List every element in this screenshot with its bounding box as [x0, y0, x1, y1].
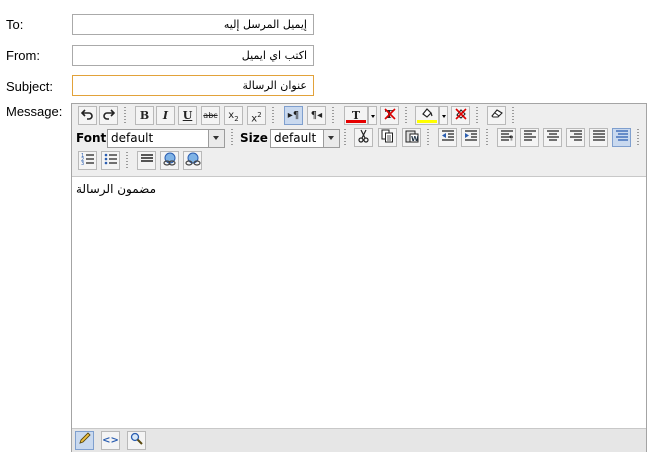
- highlight-color-icon[interactable]: [415, 106, 439, 125]
- toolbar-row-2: Font default Size default W ¶: [74, 128, 644, 150]
- font-color-dropdown[interactable]: [368, 106, 377, 125]
- font-color-swatch: [346, 120, 366, 123]
- superscript-button[interactable]: x2: [247, 106, 266, 125]
- toolbar-separator: [486, 129, 488, 147]
- to-field[interactable]: إيميل المرسل إليه: [72, 14, 314, 35]
- align-center-icon[interactable]: [543, 128, 562, 147]
- eraser-icon[interactable]: [487, 106, 506, 125]
- align-justify-rtl-icon[interactable]: [612, 128, 631, 147]
- indent-icon[interactable]: [461, 128, 480, 147]
- copy-icon[interactable]: [378, 128, 397, 147]
- toolbar-separator: [637, 129, 639, 147]
- size-select-value: default: [274, 131, 317, 145]
- rtl-direction-icon[interactable]: ¶◂: [307, 106, 326, 125]
- message-body-text: مضمون الرسالة: [76, 182, 157, 196]
- toolbar-separator: [332, 107, 334, 125]
- design-mode-pencil-icon[interactable]: [75, 431, 94, 450]
- size-label: Size: [240, 131, 268, 145]
- undo-icon[interactable]: [78, 106, 97, 125]
- from-label: From:: [6, 48, 40, 63]
- horizontal-rule-icon[interactable]: [137, 151, 156, 170]
- ordered-list-icon[interactable]: 123: [78, 151, 97, 170]
- italic-button[interactable]: I: [156, 106, 175, 125]
- toolbar-separator: [124, 107, 126, 125]
- cut-icon[interactable]: [354, 128, 373, 147]
- svg-text:W: W: [411, 135, 419, 143]
- toolbar-separator: [231, 129, 233, 147]
- message-label: Message:: [6, 104, 63, 119]
- chevron-down-icon: [323, 130, 339, 147]
- toolbar-separator: [126, 152, 128, 170]
- svg-text:¶: ¶: [509, 135, 513, 142]
- to-label: To:: [6, 17, 24, 32]
- toolbar-row-3: 123: [74, 151, 644, 173]
- editor-mode-bar: <>: [72, 428, 646, 452]
- align-justify-icon[interactable]: [589, 128, 608, 147]
- from-field[interactable]: اكتب اي ايميل: [72, 45, 314, 66]
- remove-highlight-icon[interactable]: [451, 106, 470, 125]
- font-label: Font: [76, 131, 107, 145]
- toolbar-separator: [272, 107, 274, 125]
- toolbar-row-1: B I U abc x2 x2 ▸¶ ¶◂ T T: [74, 106, 644, 128]
- underline-button[interactable]: U: [178, 106, 197, 125]
- font-color-icon[interactable]: T: [344, 106, 368, 125]
- font-select-value: default: [111, 131, 154, 145]
- strikethrough-button[interactable]: abc: [201, 106, 220, 125]
- align-right-icon[interactable]: [566, 128, 585, 147]
- highlight-color-dropdown[interactable]: [439, 106, 448, 125]
- highlight-color-swatch: [417, 120, 437, 123]
- toolbar-separator: [476, 107, 478, 125]
- align-left-icon[interactable]: [520, 128, 539, 147]
- align-left-rtl-icon[interactable]: ¶: [497, 128, 516, 147]
- bold-button[interactable]: B: [135, 106, 154, 125]
- outdent-icon[interactable]: [438, 128, 457, 147]
- font-select[interactable]: default: [107, 129, 225, 148]
- editor-toolbar: B I U abc x2 x2 ▸¶ ¶◂ T T: [72, 104, 646, 177]
- preview-magnifier-icon[interactable]: [127, 431, 146, 450]
- html-source-icon[interactable]: <>: [101, 431, 120, 450]
- toolbar-separator: [405, 107, 407, 125]
- rich-text-editor: B I U abc x2 x2 ▸¶ ¶◂ T T: [71, 103, 647, 452]
- subscript-button[interactable]: x2: [224, 106, 243, 125]
- redo-icon[interactable]: [99, 106, 118, 125]
- insert-link-icon[interactable]: [160, 151, 179, 170]
- toolbar-separator: [512, 107, 514, 125]
- editor-content-area[interactable]: مضمون الرسالة: [72, 177, 646, 428]
- chevron-down-icon: [208, 130, 224, 147]
- svg-text:3: 3: [81, 161, 84, 166]
- toolbar-separator: [427, 129, 429, 147]
- size-select[interactable]: default: [270, 129, 340, 148]
- remove-link-icon[interactable]: [183, 151, 202, 170]
- unordered-list-icon[interactable]: [101, 151, 120, 170]
- ltr-direction-icon[interactable]: ▸¶: [284, 106, 303, 125]
- subject-label: Subject:: [6, 79, 53, 94]
- remove-font-color-icon[interactable]: T: [380, 106, 399, 125]
- subject-field[interactable]: عنوان الرسالة: [72, 75, 314, 96]
- toolbar-separator: [344, 129, 346, 147]
- paste-word-icon[interactable]: W: [402, 128, 421, 147]
